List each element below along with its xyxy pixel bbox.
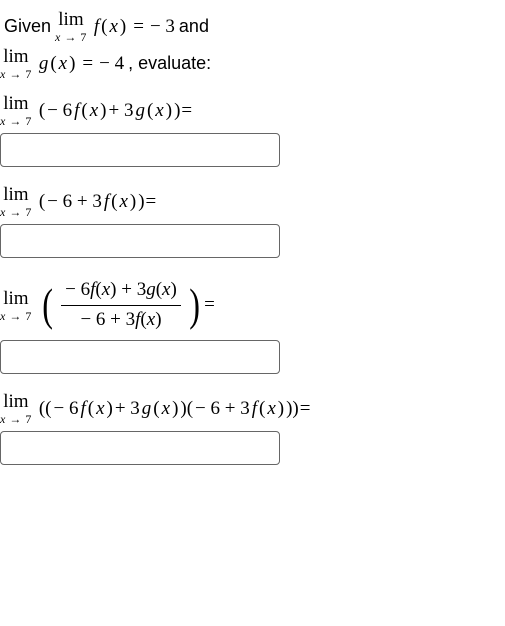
question-3: lim x → 7 ( − 6f(x) + 3g(x) − 6 + 3f(x) … — [0, 276, 505, 374]
q3-denominator: − 6 + 3f(x) — [76, 306, 165, 335]
equals: = — [181, 100, 192, 122]
left-paren-icon: ( — [41, 282, 55, 328]
right-paren-icon: ) — [188, 282, 202, 328]
q2-line: lim x → 7 ( − 6 + 3f(x)) = — [0, 185, 505, 218]
lim-sub: x → 7 — [0, 310, 32, 322]
equals: = — [300, 398, 311, 420]
question-1: lim x → 7 ( − 6f(x) + 3g(x)) = — [0, 94, 505, 167]
lim-sub: x → 7 — [0, 115, 32, 127]
fx-expr: f(x) — [93, 16, 127, 38]
lim-label: lim — [58, 10, 83, 29]
question-4: lim x → 7 (( − 6f(x) + 3g(x))( − 6 + 3f(… — [0, 392, 505, 465]
equals: = — [127, 16, 150, 38]
answer-input-3[interactable] — [0, 340, 280, 374]
answer-input-4[interactable] — [0, 431, 280, 465]
limit-symbol: lim x → 7 — [0, 185, 32, 218]
given-line-1: Given lim x → 7 f(x) = − 3 and — [0, 10, 505, 43]
limit-symbol: lim x → 7 — [0, 289, 32, 322]
lim-label: lim — [3, 94, 28, 113]
q2-expr: ( − 6 + 3f(x)) — [38, 191, 146, 213]
limit-symbol: lim x → 7 — [0, 47, 32, 80]
lim-sub: x → 7 — [0, 206, 32, 218]
problem-page: Given lim x → 7 f(x) = − 3 and lim x → 7… — [0, 0, 505, 465]
lim-sub: x → 7 — [55, 31, 87, 43]
given-prefix: Given — [0, 16, 55, 37]
g-value: − 4 — [99, 53, 124, 75]
answer-input-1[interactable] — [0, 133, 280, 167]
lim-label: lim — [3, 392, 28, 411]
q4-line: lim x → 7 (( − 6f(x) + 3g(x))( − 6 + 3f(… — [0, 392, 505, 425]
limit-symbol: lim x → 7 — [0, 94, 32, 127]
q1-line: lim x → 7 ( − 6f(x) + 3g(x)) = — [0, 94, 505, 127]
and-text: and — [175, 16, 213, 37]
given-line-2: lim x → 7 g(x) = − 4 , evaluate: — [0, 47, 505, 80]
lim-label: lim — [3, 289, 28, 308]
q3-line: lim x → 7 ( − 6f(x) + 3g(x) − 6 + 3f(x) … — [0, 276, 505, 334]
gx-expr: g(x) — [38, 53, 77, 75]
q1-expr: ( − 6f(x) + 3g(x)) — [38, 100, 182, 122]
equals: = — [146, 191, 157, 213]
evaluate-text: , evaluate: — [124, 53, 215, 74]
lim-label: lim — [3, 185, 28, 204]
question-2: lim x → 7 ( − 6 + 3f(x)) = — [0, 185, 505, 258]
lim-label: lim — [3, 47, 28, 66]
q3-fraction: − 6f(x) + 3g(x) − 6 + 3f(x) — [57, 276, 185, 334]
answer-input-2[interactable] — [0, 224, 280, 258]
q3-paren: ( − 6f(x) + 3g(x) − 6 + 3f(x) ) — [38, 276, 204, 334]
equals: = — [76, 53, 99, 75]
limit-symbol: lim x → 7 — [55, 10, 87, 43]
lim-sub: x → 7 — [0, 413, 32, 425]
limit-symbol: lim x → 7 — [0, 392, 32, 425]
q4-expr: (( − 6f(x) + 3g(x))( − 6 + 3f(x))) — [38, 398, 300, 420]
f-value: − 3 — [150, 16, 175, 38]
q3-numerator: − 6f(x) + 3g(x) — [61, 276, 181, 305]
lim-sub: x → 7 — [0, 68, 32, 80]
equals: = — [204, 294, 215, 316]
